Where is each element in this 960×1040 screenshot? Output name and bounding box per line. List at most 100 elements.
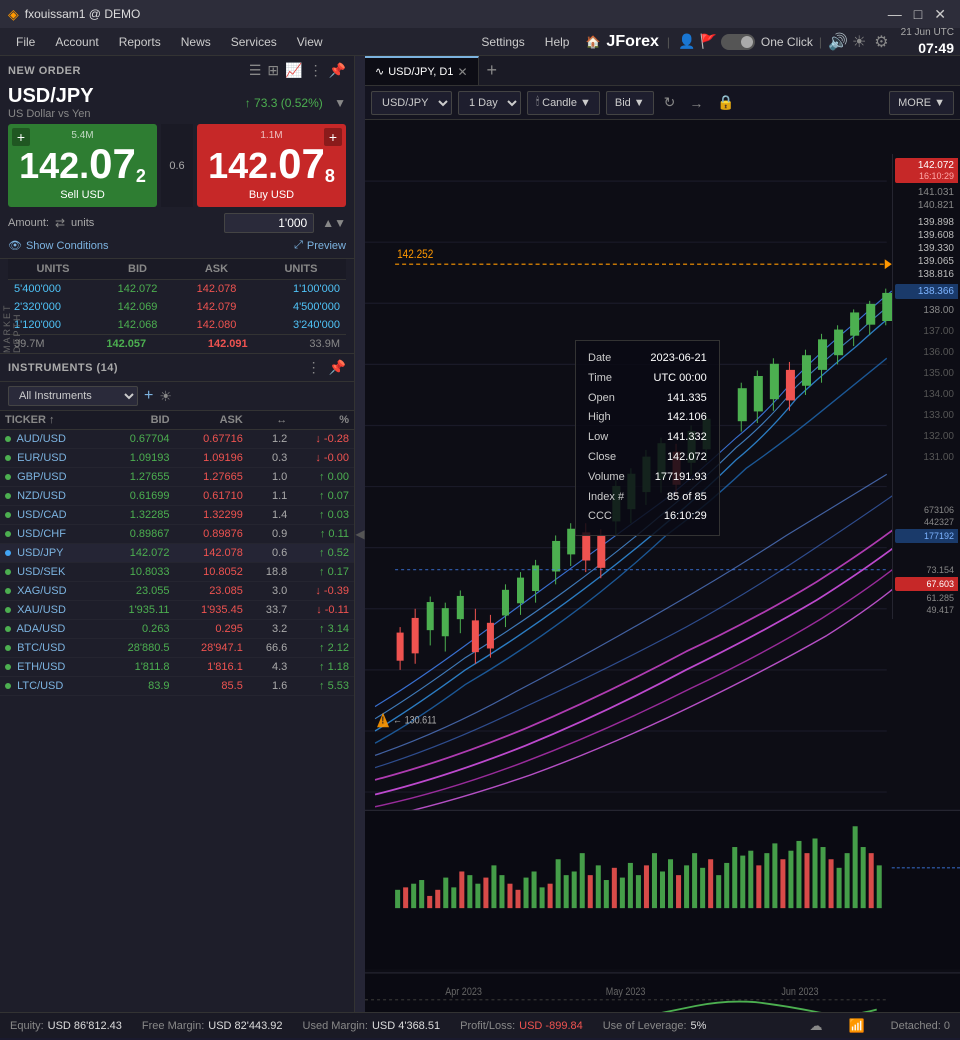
menu-news[interactable]: News bbox=[171, 31, 221, 53]
list-item[interactable]: EUR/USD 1.09193 1.09196 0.3 ↓ -0.00 bbox=[0, 449, 354, 468]
grid-icon[interactable]: ⊞ bbox=[267, 62, 279, 79]
price-type-button[interactable]: Bid ▼ bbox=[606, 91, 654, 115]
list-item[interactable]: XAU/USD 1'935.11 1'935.45 33.7 ↓ -0.11 bbox=[0, 601, 354, 620]
buy-plus-button[interactable]: + bbox=[324, 128, 342, 146]
instrument-change: ↑ 1.18 bbox=[292, 658, 354, 677]
gear-icon[interactable]: ⚙ bbox=[874, 32, 888, 52]
instrument-dot bbox=[5, 512, 11, 518]
refresh-button[interactable]: ↻ bbox=[660, 92, 680, 113]
panel-collapse-handle[interactable]: ◀ bbox=[355, 56, 365, 1012]
list-item[interactable]: ADA/USD 0.263 0.295 3.2 ↑ 3.14 bbox=[0, 620, 354, 639]
chart-panel: ∿ USD/JPY, D1 ✕ + USD/JPY 1 Day 🕯 Candle… bbox=[365, 56, 960, 1012]
pair-chevron[interactable]: ▼ bbox=[334, 96, 346, 110]
instrument-name[interactable]: ETH/USD bbox=[17, 661, 65, 673]
instrument-name[interactable]: XAU/USD bbox=[17, 604, 66, 616]
col-ticker[interactable]: TICKER ↑ bbox=[0, 411, 101, 430]
speaker-icon[interactable]: 🔊 bbox=[828, 32, 848, 52]
instrument-name[interactable]: AUD/USD bbox=[16, 433, 66, 445]
instruments-pin-icon[interactable]: 📌 bbox=[329, 359, 346, 376]
instrument-name[interactable]: USD/SEK bbox=[17, 566, 65, 578]
instrument-spread: 66.6 bbox=[248, 639, 292, 658]
list-item[interactable]: USD/SEK 10.8033 10.8052 18.8 ↑ 0.17 bbox=[0, 563, 354, 582]
show-conditions-button[interactable]: 👁 Show Conditions bbox=[8, 239, 109, 252]
menu-account[interactable]: Account bbox=[45, 31, 108, 53]
instrument-name[interactable]: XAG/USD bbox=[17, 585, 67, 597]
depth-table: UNITS BID ASK UNITS 5'400'000 142.072 14… bbox=[8, 259, 346, 334]
instrument-name[interactable]: GBP/USD bbox=[17, 471, 67, 483]
amount-unit: units bbox=[71, 217, 94, 229]
col-spread[interactable]: ↔ bbox=[248, 411, 292, 430]
instrument-name[interactable]: BTC/USD bbox=[17, 642, 65, 654]
instrument-name[interactable]: USD/CHF bbox=[17, 528, 66, 540]
close-button[interactable]: ✕ bbox=[928, 4, 952, 25]
list-item[interactable]: BTC/USD 28'880.5 28'947.1 66.6 ↑ 2.12 bbox=[0, 639, 354, 658]
status-bar: Equity: USD 86'812.43 Free Margin: USD 8… bbox=[0, 1012, 960, 1038]
depth-row: 2'320'000 142.069 142.079 4'500'000 bbox=[8, 298, 346, 316]
maximize-button[interactable]: □ bbox=[908, 4, 928, 24]
more-button[interactable]: MORE ▼ bbox=[889, 91, 954, 115]
list-item[interactable]: AUD/USD 0.67704 0.67716 1.2 ↓ -0.28 bbox=[0, 430, 354, 449]
col-bid[interactable]: BID bbox=[101, 411, 174, 430]
instrument-ask: 1.27665 bbox=[175, 468, 248, 487]
timeframe-select[interactable]: 1 Day bbox=[458, 91, 521, 115]
menu-settings[interactable]: Settings bbox=[471, 31, 534, 53]
buy-button[interactable]: + 1.1M 142.078 Buy USD bbox=[197, 124, 346, 207]
instruments-filter-select[interactable]: All Instruments bbox=[8, 386, 138, 406]
menu-reports[interactable]: Reports bbox=[109, 31, 171, 53]
amount-input[interactable] bbox=[224, 213, 314, 233]
instrument-dot bbox=[5, 588, 11, 594]
instrument-name[interactable]: NZD/USD bbox=[17, 490, 66, 502]
chart-tab[interactable]: ∿ USD/JPY, D1 ✕ bbox=[365, 56, 479, 85]
col-ask[interactable]: ASK bbox=[175, 411, 248, 430]
instrument-name[interactable]: USD/JPY bbox=[17, 547, 63, 559]
tab-add-button[interactable]: + bbox=[479, 60, 506, 81]
tab-close-button[interactable]: ✕ bbox=[457, 65, 467, 79]
pin-icon[interactable]: 📌 bbox=[329, 62, 346, 79]
instrument-name[interactable]: USD/CAD bbox=[17, 509, 67, 521]
sun-icon[interactable]: ☀ bbox=[852, 32, 866, 52]
menu-services[interactable]: Services bbox=[221, 31, 287, 53]
symbol-select[interactable]: USD/JPY bbox=[371, 91, 452, 115]
amount-row: Amount: ⇄ units ▲▼ bbox=[8, 213, 346, 233]
instrument-name[interactable]: LTC/USD bbox=[17, 680, 63, 692]
instrument-bid: 10.8033 bbox=[101, 563, 174, 582]
lock-button[interactable]: 🔒 bbox=[713, 92, 738, 113]
list-item[interactable]: USD/CHF 0.89867 0.89876 0.9 ↑ 0.11 bbox=[0, 525, 354, 544]
price-label-134: 134.00 bbox=[895, 389, 958, 400]
instrument-bid: 23.055 bbox=[101, 582, 174, 601]
minimize-button[interactable]: — bbox=[882, 4, 908, 24]
market-depth-section: MARKET DEPTH UNITS BID ASK UNITS 5'400'0… bbox=[0, 259, 354, 354]
list-item[interactable]: USD/CAD 1.32285 1.32299 1.4 ↑ 0.03 bbox=[0, 506, 354, 525]
instruments-more-icon[interactable]: ⋮ bbox=[307, 359, 321, 376]
time-display: 21 Jun UTC 07:49 bbox=[901, 26, 954, 57]
list-item[interactable]: ETH/USD 1'811.8 1'816.1 4.3 ↑ 1.18 bbox=[0, 658, 354, 677]
col-change[interactable]: % bbox=[292, 411, 354, 430]
more-icon[interactable]: ⋮ bbox=[309, 62, 323, 79]
amount-swap-icon[interactable]: ⇄ bbox=[55, 216, 65, 230]
sell-plus-button[interactable]: + bbox=[12, 128, 30, 146]
instrument-dot bbox=[5, 664, 11, 670]
preview-button[interactable]: ⤢ Preview bbox=[294, 239, 346, 252]
instruments-add-button[interactable]: + bbox=[144, 387, 153, 405]
menu-view[interactable]: View bbox=[287, 31, 333, 53]
chart-icon[interactable]: 📈 bbox=[285, 62, 302, 79]
list-item[interactable]: XAG/USD 23.055 23.085 3.0 ↓ -0.39 bbox=[0, 582, 354, 601]
list-icon[interactable]: ☰ bbox=[249, 62, 262, 79]
list-item[interactable]: USD/JPY 142.072 142.078 0.6 ↑ 0.52 bbox=[0, 544, 354, 563]
instrument-name[interactable]: ADA/USD bbox=[16, 623, 65, 635]
one-click-toggle[interactable]: One Click bbox=[721, 34, 813, 50]
instruments-settings-button[interactable]: ☀ bbox=[159, 388, 172, 405]
list-item[interactable]: LTC/USD 83.9 85.5 1.6 ↑ 5.53 bbox=[0, 677, 354, 696]
depth-row: 5'400'000 142.072 142.078 1'100'000 bbox=[8, 280, 346, 299]
instrument-change: ↑ 0.03 bbox=[292, 506, 354, 525]
list-item[interactable]: NZD/USD 0.61699 0.61710 1.1 ↑ 0.07 bbox=[0, 487, 354, 506]
instrument-name[interactable]: EUR/USD bbox=[17, 452, 67, 464]
menu-help[interactable]: Help bbox=[535, 31, 580, 53]
eye-icon: 👁 bbox=[8, 239, 22, 252]
scroll-right-button[interactable]: → bbox=[685, 93, 707, 113]
sell-button[interactable]: + 5.4M 142.072 Sell USD bbox=[8, 124, 157, 207]
list-item[interactable]: GBP/USD 1.27655 1.27665 1.0 ↑ 0.00 bbox=[0, 468, 354, 487]
amount-spinner[interactable]: ▲▼ bbox=[322, 216, 346, 230]
chart-type-button[interactable]: 🕯 Candle ▼ bbox=[527, 91, 600, 115]
menu-file[interactable]: File bbox=[6, 31, 45, 53]
